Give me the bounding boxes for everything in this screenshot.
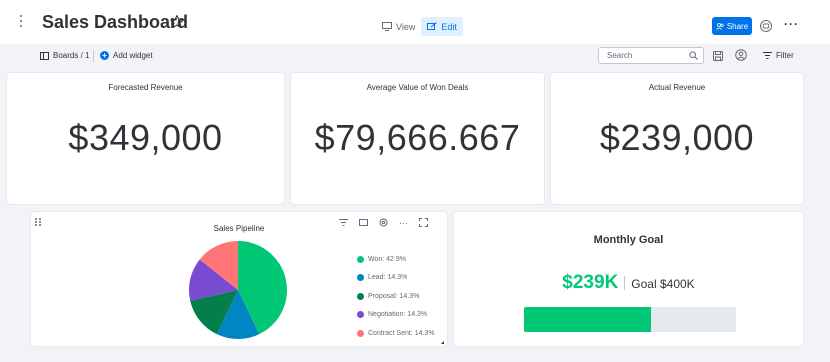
pipeline-legend: Won: 42.9% Lead: 14.3% Proposal: 14.3% Nego… [357, 250, 435, 343]
legend-item[interactable]: Proposal: 14.3% [357, 287, 435, 306]
view-mode-toggle: View Edit [376, 17, 463, 36]
legend-item[interactable]: Lead: 14.3% [357, 269, 435, 288]
legend-label: Lead: 14.3% [368, 274, 408, 282]
monitor-icon [382, 22, 392, 31]
legend-dot [357, 274, 364, 282]
filter-icon [763, 52, 772, 59]
more-icon[interactable]: ··· [399, 218, 408, 227]
toolbar-divider [93, 50, 94, 62]
star-icon[interactable] [169, 14, 185, 30]
dashboard-toolbar: Boards / 1 + Add widget Search Filter [0, 44, 830, 68]
view-mode-button[interactable]: View [376, 17, 421, 36]
dashboard-header: Sales Dashboard View Edit Share ··· [0, 0, 830, 44]
legend-label: Contract Sent: 14.3% [368, 329, 435, 337]
legend-label: Negotiation: 14.3% [368, 311, 428, 319]
card-title: Actual Revenue [648, 83, 706, 92]
legend-item[interactable]: Won: 42.9% [357, 250, 435, 269]
settings-icon[interactable] [379, 218, 388, 227]
widget-grip-icon[interactable] [35, 218, 43, 226]
search-input[interactable]: Search [598, 47, 704, 64]
search-icon [689, 51, 698, 60]
legend-item[interactable]: Contract Sent: 14.3% [357, 324, 435, 343]
goal-progress-fill [524, 307, 651, 332]
drag-handle-icon[interactable] [20, 15, 24, 27]
legend-item[interactable]: Negotiation: 14.3% [357, 306, 435, 325]
legend-dot [357, 311, 364, 319]
person-filter-icon[interactable] [735, 49, 747, 61]
goal-current-value: $239K [562, 272, 619, 293]
resize-handle-icon[interactable] [441, 341, 444, 344]
boards-label: Boards / 1 [53, 51, 90, 60]
ai-assistant-icon[interactable] [759, 19, 773, 33]
view-mode-label: View [396, 21, 416, 32]
share-label: Share [726, 21, 749, 31]
filter-label: Filter [776, 51, 794, 60]
plus-icon: + [100, 51, 109, 60]
monthly-goal-widget[interactable]: Monthly Goal $239K Goal $400K [453, 211, 804, 347]
widget-title: Monthly Goal [593, 234, 664, 246]
legend-label: Won: 42.9% [368, 255, 407, 263]
pencil-icon [427, 22, 438, 30]
card-title: Forecasted Revenue [108, 83, 183, 92]
save-icon[interactable] [713, 51, 723, 61]
add-widget-label: Add widget [113, 51, 153, 60]
pipeline-pie-chart[interactable] [188, 240, 288, 340]
forecasted-revenue-card[interactable]: Forecasted Revenue $349,000 [6, 72, 285, 205]
expand-icon[interactable] [419, 218, 428, 227]
board-icon [40, 51, 49, 60]
kpi-value: $79,666.667 [314, 117, 521, 158]
more-options-icon[interactable]: ··· [784, 18, 798, 33]
search-placeholder: Search [607, 51, 633, 60]
comment-icon[interactable] [359, 218, 368, 227]
people-icon [716, 22, 724, 30]
legend-dot [357, 292, 364, 300]
actual-revenue-card[interactable]: Actual Revenue $239,000 [550, 72, 804, 205]
widget-toolbar: ··· [339, 218, 428, 227]
goal-divider [624, 276, 626, 290]
add-widget-button[interactable]: + Add widget [100, 51, 153, 60]
goal-summary: $239K Goal $400K [454, 272, 803, 294]
legend-label: Proposal: 14.3% [368, 292, 420, 300]
legend-dot [357, 255, 364, 263]
kpi-value: $349,000 [68, 117, 223, 158]
share-button[interactable]: Share [712, 17, 752, 35]
filter-button[interactable]: Filter [763, 51, 794, 60]
edit-mode-button[interactable]: Edit [421, 17, 463, 36]
edit-mode-label: Edit [441, 21, 457, 32]
goal-progress-bar [524, 307, 736, 332]
average-won-deal-card[interactable]: Average Value of Won Deals $79,666.667 [290, 72, 545, 205]
card-title: Average Value of Won Deals [366, 83, 469, 92]
filter-icon[interactable] [339, 219, 348, 226]
kpi-value: $239,000 [599, 117, 755, 158]
page-title[interactable]: Sales Dashboard [42, 12, 188, 33]
boards-link[interactable]: Boards / 1 [40, 51, 89, 60]
legend-dot [357, 329, 364, 337]
goal-target-value: Goal $400K [631, 277, 695, 291]
